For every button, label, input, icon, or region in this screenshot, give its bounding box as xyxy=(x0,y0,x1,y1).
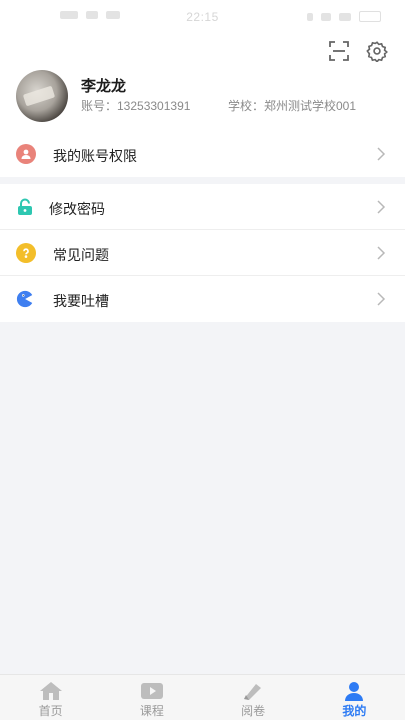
profile-header: 李龙龙 账号：13253301391 学校：郑州测试学校001 xyxy=(0,30,405,132)
chevron-right-icon xyxy=(377,200,386,214)
chevron-right-icon xyxy=(377,292,386,306)
status-right-icons xyxy=(307,11,381,22)
tab-label: 阅卷 xyxy=(241,704,266,718)
bottom-tab-bar: 首页 课程 阅卷 我的 xyxy=(0,674,405,720)
status-bar: 22:15 xyxy=(0,0,405,30)
battery-icon xyxy=(359,11,381,22)
tab-label: 我的 xyxy=(342,704,367,718)
me-icon xyxy=(342,681,366,701)
play-icon xyxy=(140,681,164,701)
tab-label: 课程 xyxy=(139,704,164,718)
scan-icon[interactable] xyxy=(327,39,351,63)
tab-exam[interactable]: 阅卷 xyxy=(203,675,304,720)
menu-item-label: 我要吐槽 xyxy=(53,293,109,309)
menu-item-account-permissions[interactable]: 我的账号权限 xyxy=(0,131,405,177)
user-icon xyxy=(16,144,36,164)
menu-item-change-password[interactable]: 修改密码 xyxy=(0,184,405,230)
chevron-right-icon xyxy=(377,147,386,161)
avatar[interactable] xyxy=(16,70,68,122)
gear-icon[interactable] xyxy=(365,39,389,63)
tab-home[interactable]: 首页 xyxy=(0,675,101,720)
header-actions xyxy=(327,39,389,63)
home-icon xyxy=(39,681,63,701)
chevron-right-icon xyxy=(377,246,386,260)
menu-item-faq[interactable]: 常见问题 xyxy=(0,230,405,276)
lock-icon xyxy=(16,198,34,216)
chat-icon xyxy=(16,289,36,309)
question-icon xyxy=(16,243,36,263)
menu-group-support: 修改密码 常见问题 我要吐槽 xyxy=(0,184,405,322)
tab-label: 首页 xyxy=(38,704,63,718)
tab-course[interactable]: 课程 xyxy=(101,675,202,720)
menu-item-feedback[interactable]: 我要吐槽 xyxy=(0,276,405,322)
user-account: 账号：13253301391 xyxy=(81,99,191,113)
menu-item-label: 我的账号权限 xyxy=(53,148,137,164)
user-school: 学校：郑州测试学校001 xyxy=(228,99,357,113)
menu-group-account: 我的账号权限 xyxy=(0,131,405,177)
menu-item-label: 修改密码 xyxy=(49,201,105,217)
tab-me[interactable]: 我的 xyxy=(304,675,405,720)
user-name: 李龙龙 xyxy=(81,78,127,95)
menu-item-label: 常见问题 xyxy=(53,247,109,263)
exam-icon xyxy=(241,681,265,701)
